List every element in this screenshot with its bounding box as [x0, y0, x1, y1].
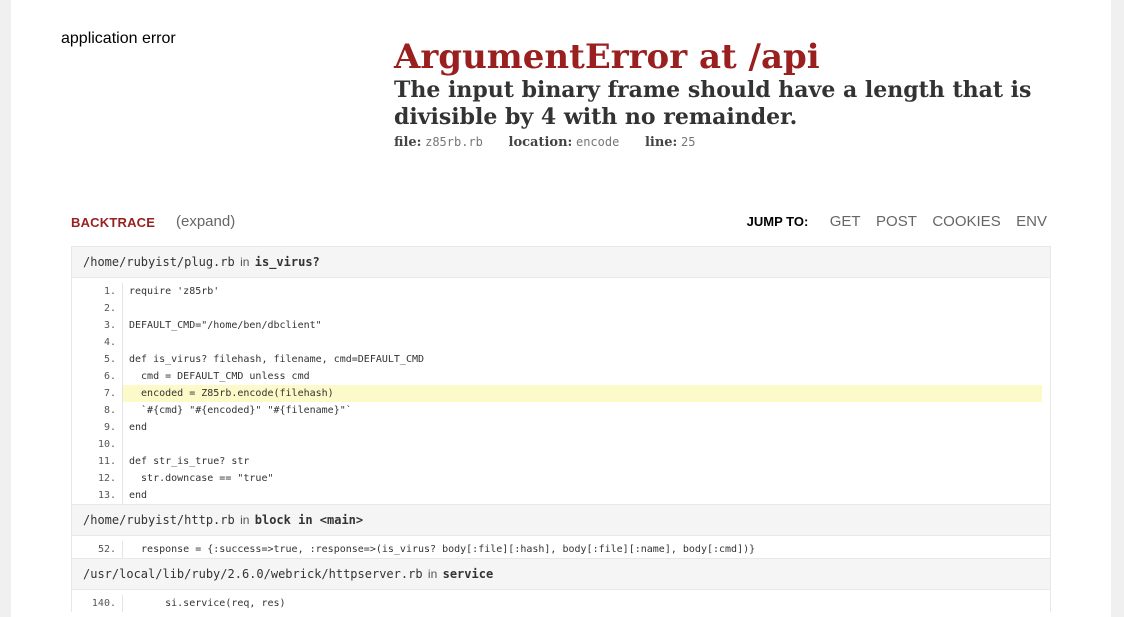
error-message: The input binary frame should have a len… [394, 77, 1032, 130]
frame-method-name: service [442, 567, 494, 581]
code-line: 6. cmd = DEFAULT_CMD unless cmd [72, 368, 1042, 385]
code-line: 140. si.service(req, res) [72, 595, 1042, 612]
line-key: line: [644, 135, 678, 150]
line-value: 25 [680, 135, 696, 149]
frame-code-context: 1. require 'z85rb' 2. 3. DEFAULT_CMD="/home/… [71, 278, 1051, 504]
code-text: end [129, 422, 148, 433]
expand-link[interactable]: (expand) [176, 213, 235, 230]
line-number: 52. [72, 541, 123, 558]
file-value: z85rb.rb [425, 135, 483, 149]
line-number: 10. [72, 436, 123, 453]
file-key: file: [394, 135, 422, 150]
line-number: 4. [72, 334, 123, 351]
line-number: 13. [72, 487, 123, 504]
code-text: def is_virus? filehash, filename, cmd=DE… [129, 354, 425, 365]
error-header: ArgumentError at /api The input binary f… [394, 37, 1074, 150]
code-line: 2. [72, 300, 1042, 317]
frame-header[interactable]: /home/rubyist/http.rb in block in <main> [71, 504, 1051, 536]
location-value: encode [575, 135, 620, 149]
code-line: 12. str.downcase == "true" [72, 470, 1042, 487]
error-meta: file: z85rb.rb location: encode line: 25 [394, 134, 1074, 150]
code-line: 9. end [72, 419, 1042, 436]
line-number: 7. [72, 385, 123, 402]
line-number: 9. [72, 419, 123, 436]
frame-in-label: in [240, 255, 250, 269]
code-line: 8. `#{cmd} "#{encoded}" "#{filename}"` [72, 402, 1042, 419]
line-number: 11. [72, 453, 123, 470]
code-text: `#{cmd} "#{encoded}" "#{filename}"` [129, 405, 352, 416]
location-key: location: [508, 135, 573, 150]
frame-in-label: in [240, 513, 250, 527]
code-text: response = {:success=>true, :response=>(… [129, 544, 756, 555]
line-number: 12. [72, 470, 123, 487]
frame-code-context: 52. response = {:success=>true, :respons… [71, 536, 1051, 558]
code-text: end [129, 490, 148, 501]
frame-in-label: in [427, 567, 438, 581]
line-number: 3. [72, 317, 123, 334]
code-text: def str_is_true? str [129, 456, 250, 467]
code-text: require 'z85rb' [129, 286, 220, 297]
backtrace-bar: BACKTRACE (expand) JUMP TO: GET POST COO… [71, 213, 1051, 233]
jump-get-link[interactable]: GET [830, 213, 861, 230]
backtrace-frames: /home/rubyist/plug.rb in is_virus? 1. requ… [71, 246, 1051, 612]
code-text: si.service(req, res) [129, 598, 286, 609]
code-line: 1. require 'z85rb' [72, 283, 1042, 300]
app-label: application error [61, 30, 176, 47]
code-line: 10. [72, 436, 1042, 453]
code-line: 11. def str_is_true? str [72, 453, 1042, 470]
code-text: str.downcase == "true" [129, 473, 274, 484]
code-line: 52. response = {:success=>true, :respons… [72, 541, 1042, 558]
frame-header[interactable]: /home/rubyist/plug.rb in is_virus? [71, 246, 1051, 278]
jump-to-label: JUMP TO: [746, 214, 809, 229]
error-page: application error ArgumentError at /api … [11, 0, 1111, 617]
line-number: 1. [72, 283, 123, 300]
frame-file-path: /home/rubyist/http.rb [83, 513, 235, 527]
backtrace-label: BACKTRACE [71, 215, 156, 230]
jump-env-link[interactable]: ENV [1016, 213, 1047, 230]
jump-cookies-link[interactable]: COOKIES [932, 213, 1000, 230]
code-text: encoded = Z85rb.encode(filehash) [123, 385, 1042, 402]
line-number: 140. [72, 595, 123, 612]
error-title: ArgumentError at /api [394, 37, 820, 77]
jump-to-nav: JUMP TO: GET POST COOKIES ENV [747, 213, 1047, 231]
line-number: 6. [72, 368, 123, 385]
code-line: 4. [72, 334, 1042, 351]
line-number: 2. [72, 300, 123, 317]
code-line: 13. end [72, 487, 1042, 504]
code-text: DEFAULT_CMD="/home/ben/dbclient" [129, 320, 322, 331]
frame-header[interactable]: /usr/local/lib/ruby/2.6.0/webrick/httpse… [71, 558, 1051, 590]
frame-file-path: /usr/local/lib/ruby/2.6.0/webrick/httpse… [83, 567, 423, 581]
line-number: 5. [72, 351, 123, 368]
frame-method-name: block in <main> [254, 513, 364, 527]
frame-method-name: is_virus? [254, 255, 320, 269]
jump-post-link[interactable]: POST [876, 213, 917, 230]
frame-code-context: 140. si.service(req, res) [71, 590, 1051, 612]
code-line: 5. def is_virus? filehash, filename, cmd=… [72, 351, 1042, 368]
frame-file-path: /home/rubyist/plug.rb [83, 255, 235, 269]
highlighted-code-line: 7. encoded = Z85rb.encode(filehash) [72, 385, 1042, 402]
code-text: cmd = DEFAULT_CMD unless cmd [129, 371, 310, 382]
code-line: 3. DEFAULT_CMD="/home/ben/dbclient" [72, 317, 1042, 334]
line-number: 8. [72, 402, 123, 419]
